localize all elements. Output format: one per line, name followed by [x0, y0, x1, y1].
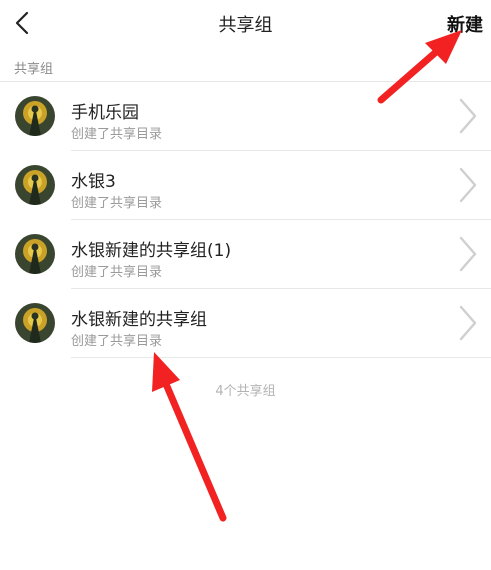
- group-name: 水银新建的共享组: [71, 310, 207, 330]
- list-item[interactable]: 水银新建的共享组 创建了共享目录: [0, 289, 491, 358]
- list-item[interactable]: 手机乐园 创建了共享目录: [0, 82, 491, 151]
- group-avatar-image: [15, 234, 55, 274]
- navigation-bar: 共享组 新建: [0, 0, 491, 48]
- avatar: [15, 303, 55, 343]
- row-divider: [71, 357, 491, 358]
- group-subtitle: 创建了共享目录: [71, 127, 163, 142]
- group-name: 手机乐园: [71, 103, 139, 123]
- group-subtitle: 创建了共享目录: [71, 196, 163, 211]
- chevron-right-icon: [459, 167, 477, 203]
- chevron-right-icon: [459, 98, 477, 134]
- chevron-right-icon: [459, 236, 477, 272]
- list-item[interactable]: 水银新建的共享组(1) 创建了共享目录: [0, 220, 491, 289]
- chevron-right-icon: [459, 305, 477, 341]
- avatar: [15, 165, 55, 205]
- list-item[interactable]: 水银3 创建了共享目录: [0, 151, 491, 220]
- group-name: 水银新建的共享组(1): [71, 241, 232, 261]
- group-avatar-image: [15, 96, 55, 136]
- group-subtitle: 创建了共享目录: [71, 265, 163, 280]
- avatar: [15, 96, 55, 136]
- page-title: 共享组: [218, 15, 273, 36]
- arrow-to-list-item-icon: [152, 352, 227, 522]
- group-name: 水银3: [71, 172, 116, 192]
- section-label: 共享组: [14, 62, 54, 77]
- shared-group-list: 手机乐园 创建了共享目录 水银3 创建了共享目录 水银新建的共享组(1) 创建了…: [0, 82, 491, 358]
- group-subtitle: 创建了共享目录: [71, 334, 163, 349]
- group-avatar-image: [15, 165, 55, 205]
- avatar: [15, 234, 55, 274]
- new-group-button[interactable]: 新建: [447, 11, 483, 37]
- group-avatar-image: [15, 303, 55, 343]
- group-count-label: 4个共享组: [215, 384, 276, 399]
